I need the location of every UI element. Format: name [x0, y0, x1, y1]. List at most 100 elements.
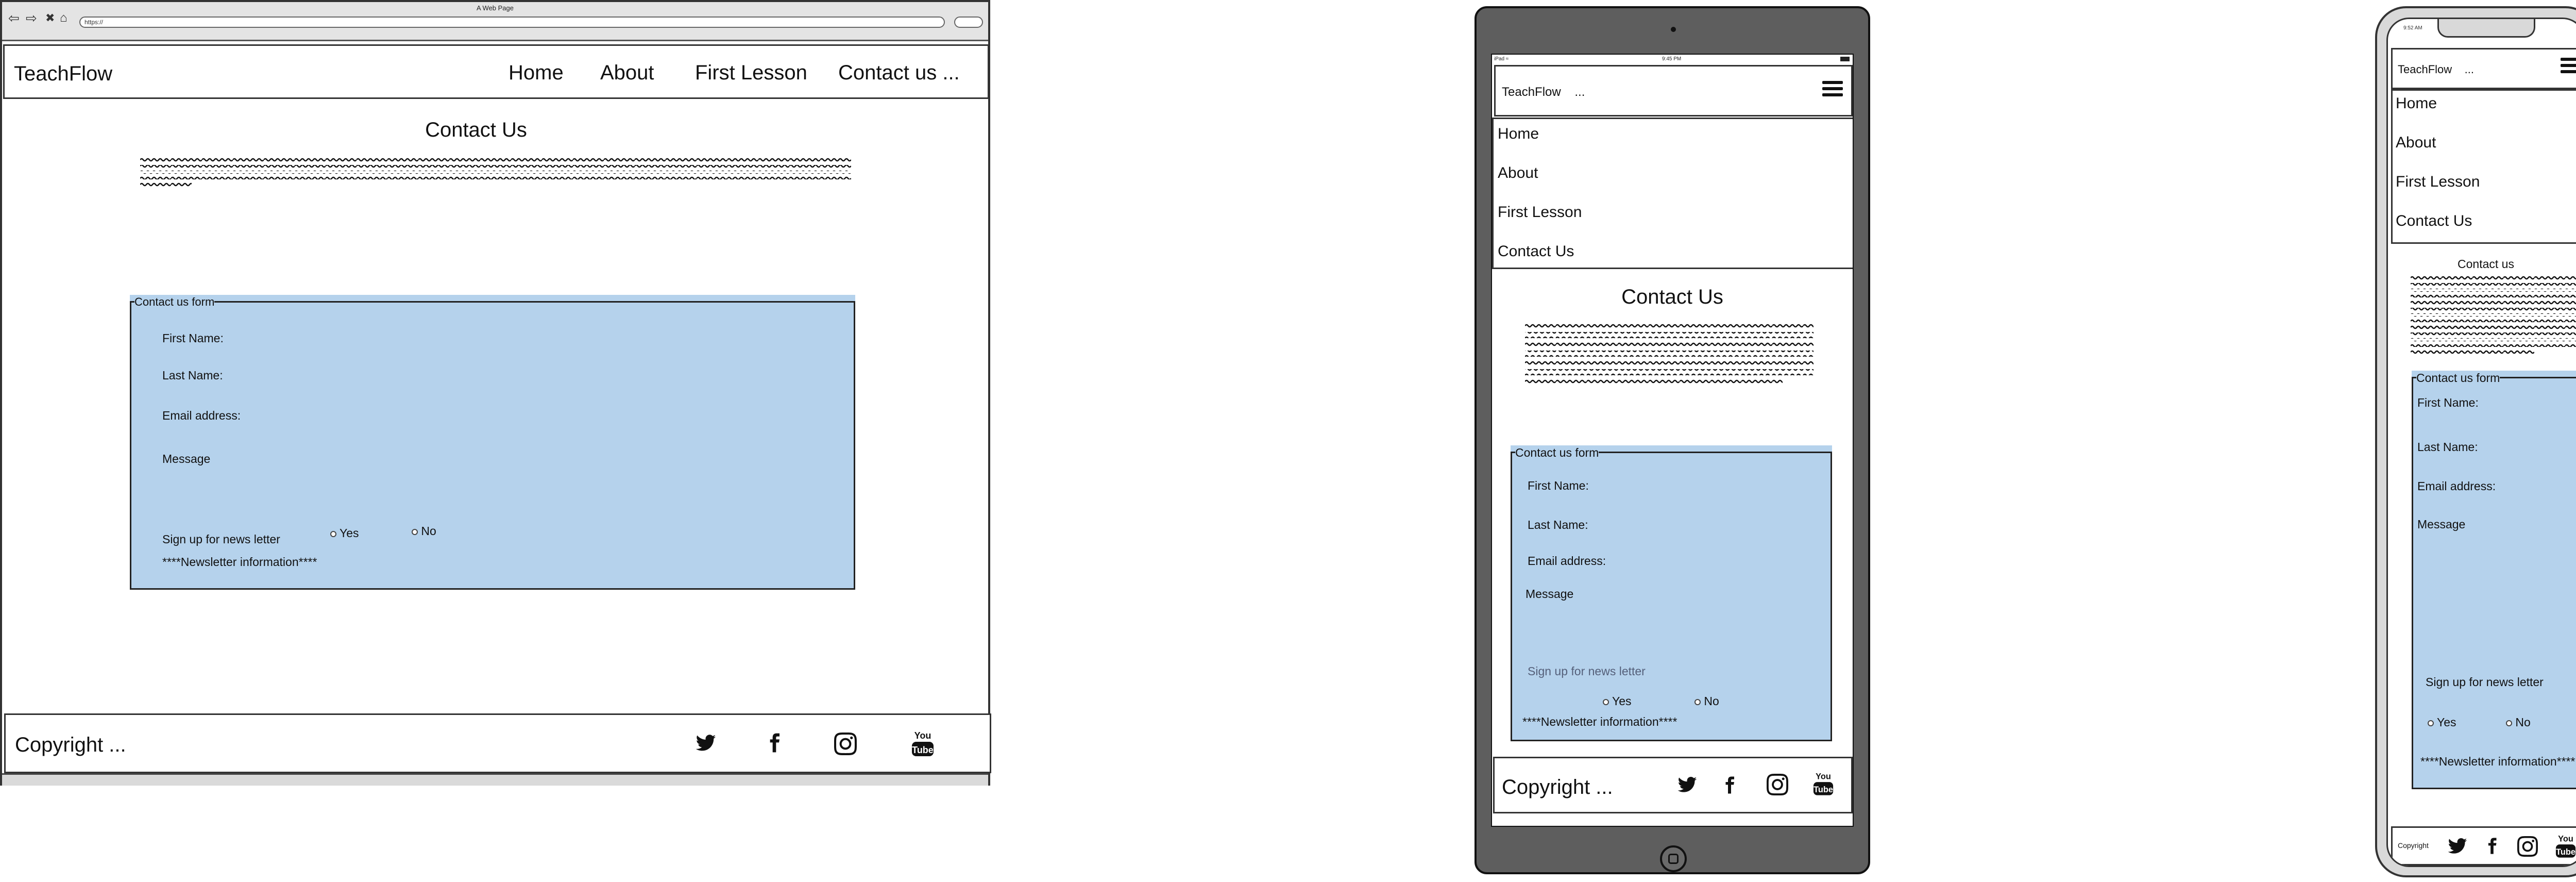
- phone-screen: 9:52 AM TeachFlow ... Home About First L…: [2386, 18, 2576, 867]
- facebook-icon[interactable]: [764, 729, 785, 756]
- newsletter-label: Sign up for news letter: [162, 532, 280, 546]
- first-name-field[interactable]: First Name:: [1528, 479, 1589, 493]
- youtube-icon[interactable]: You Tube: [911, 728, 934, 757]
- desktop-browser-mockup: A Web Page ⇦ ⇨ ✖ ⌂ https:// TeachFlow Ho…: [0, 0, 991, 786]
- email-field[interactable]: Email address:: [162, 409, 241, 423]
- contact-form: Contact us form First Name: Last Name: E…: [130, 295, 855, 590]
- message-field[interactable]: Message: [1526, 587, 1573, 601]
- email-field[interactable]: Email address:: [2417, 479, 2496, 493]
- newsletter-yes-option[interactable]: Yes: [1603, 694, 1632, 708]
- home-icon[interactable]: ⌂: [60, 10, 67, 26]
- newsletter-label: Sign up for news letter: [2426, 675, 2544, 689]
- no-radio[interactable]: [412, 528, 418, 535]
- last-name-field[interactable]: Last Name:: [162, 369, 223, 382]
- browser-window-title: A Web Page: [476, 4, 514, 12]
- last-name-field[interactable]: Last Name:: [1528, 518, 1588, 532]
- instagram-icon[interactable]: [1767, 774, 1788, 795]
- phone-status-time: 9:52 AM: [2403, 25, 2422, 31]
- url-input[interactable]: https://: [79, 16, 945, 28]
- twitter-icon[interactable]: [2446, 836, 2469, 857]
- hamburger-menu-icon[interactable]: [2561, 58, 2576, 76]
- close-icon[interactable]: ✖: [45, 10, 55, 26]
- nav-home[interactable]: Home: [509, 61, 564, 85]
- no-label: No: [2515, 715, 2531, 729]
- newsletter-info: ****Newsletter information****: [1522, 715, 1677, 728]
- youtube-icon-text-bottom: Tube: [2556, 847, 2575, 857]
- nav-about[interactable]: About: [2396, 134, 2436, 152]
- last-name-field[interactable]: Last Name:: [2417, 440, 2478, 454]
- back-arrow-icon[interactable]: ⇦: [8, 10, 20, 26]
- yes-label: Yes: [1612, 694, 1632, 708]
- youtube-icon-text-top: You: [1816, 772, 1831, 781]
- tablet-site-header: TeachFlow ...: [1494, 65, 1853, 117]
- first-name-field[interactable]: First Name:: [162, 331, 224, 345]
- page-title: Contact Us: [425, 119, 527, 141]
- no-radio[interactable]: [2506, 720, 2512, 726]
- instagram-icon[interactable]: [834, 733, 857, 755]
- tablet-nav-menu: Home About First Lesson Contact Us: [1492, 118, 1853, 269]
- newsletter-info: ****Newsletter information****: [2420, 755, 2575, 768]
- nav-contact-us[interactable]: Contact Us: [2396, 212, 2472, 230]
- newsletter-yes-option[interactable]: Yes: [330, 526, 359, 540]
- browser-search-button[interactable]: [954, 16, 983, 28]
- tablet-status-time: 9:45 PM: [1662, 56, 1682, 62]
- youtube-icon[interactable]: You Tube: [2555, 831, 2576, 860]
- page-title: Contact Us: [1621, 286, 1723, 308]
- twitter-icon[interactable]: [694, 733, 718, 754]
- yes-label: Yes: [2436, 715, 2456, 729]
- brand-logo-text[interactable]: TeachFlow ...: [2398, 63, 2474, 76]
- phone-site-footer: Copyright You Tube: [2391, 826, 2576, 866]
- nav-first-lesson[interactable]: First Lesson: [2396, 173, 2480, 191]
- nav-first-lesson[interactable]: First Lesson: [695, 61, 807, 85]
- no-label: No: [1704, 694, 1719, 708]
- nav-about[interactable]: About: [1498, 164, 1538, 182]
- no-radio[interactable]: [1694, 698, 1701, 705]
- email-field[interactable]: Email address:: [1528, 554, 1606, 568]
- copyright-text: Copyright ...: [15, 734, 126, 756]
- nav-first-lesson[interactable]: First Lesson: [1498, 204, 1582, 221]
- copyright-text: Copyright: [2398, 841, 2429, 850]
- message-field[interactable]: Message: [2417, 518, 2465, 531]
- phone-site-header: TeachFlow ...: [2391, 48, 2576, 89]
- tablet-status-carrier: iPad ≈: [1494, 56, 1509, 62]
- tablet-screen: iPad ≈ 9:45 PM TeachFlow ... Home About …: [1491, 54, 1854, 827]
- newsletter-no-option[interactable]: No: [2506, 715, 2531, 729]
- tablet-home-button[interactable]: [1660, 845, 1687, 872]
- placeholder-text-block: [1525, 323, 1814, 385]
- newsletter-info: ****Newsletter information****: [162, 555, 317, 569]
- browser-status-bar: [2, 773, 988, 786]
- yes-radio[interactable]: [330, 530, 336, 537]
- yes-radio[interactable]: [2428, 720, 2434, 726]
- facebook-icon[interactable]: [1720, 773, 1739, 797]
- twitter-icon[interactable]: [1676, 775, 1699, 795]
- tablet-site-footer: Copyright ... You Tube: [1493, 757, 1853, 813]
- message-field[interactable]: Message: [162, 452, 210, 466]
- first-name-field[interactable]: First Name:: [2417, 396, 2479, 410]
- youtube-icon-text-top: You: [2558, 835, 2573, 844]
- nav-home[interactable]: Home: [1498, 125, 1539, 143]
- nav-about[interactable]: About: [600, 61, 654, 85]
- nav-contact-us[interactable]: Contact us ...: [838, 61, 960, 85]
- nav-home[interactable]: Home: [2396, 95, 2437, 112]
- tablet-camera: [1671, 27, 1676, 32]
- nav-contact-us[interactable]: Contact Us: [1498, 243, 1574, 260]
- form-legend: Contact us form: [134, 295, 215, 309]
- browser-toolbar: A Web Page ⇦ ⇨ ✖ ⌂ https://: [2, 2, 988, 41]
- newsletter-yes-option[interactable]: Yes: [2428, 715, 2456, 729]
- placeholder-text-block: [140, 157, 851, 188]
- hamburger-menu-icon[interactable]: [1822, 81, 1843, 99]
- brand-logo-text[interactable]: TeachFlow: [14, 62, 112, 86]
- contact-form: Contact us form First Name: Last Name: E…: [2412, 371, 2576, 789]
- youtube-icon[interactable]: You Tube: [1813, 770, 1834, 796]
- instagram-icon[interactable]: [2517, 836, 2538, 857]
- youtube-icon-text-top: You: [914, 730, 931, 741]
- yes-radio[interactable]: [1603, 698, 1609, 705]
- newsletter-no-option[interactable]: No: [1694, 694, 1719, 708]
- facebook-icon[interactable]: [2483, 834, 2501, 858]
- site-header: TeachFlow Home About First Lesson Contac…: [3, 44, 989, 99]
- newsletter-no-option[interactable]: No: [412, 524, 436, 538]
- forward-arrow-icon[interactable]: ⇨: [26, 10, 37, 26]
- brand-logo-text[interactable]: TeachFlow ...: [1502, 85, 1585, 99]
- phone-notch: [2437, 19, 2535, 38]
- contact-form: Contact us form First Name: Last Name: E…: [1511, 446, 1832, 741]
